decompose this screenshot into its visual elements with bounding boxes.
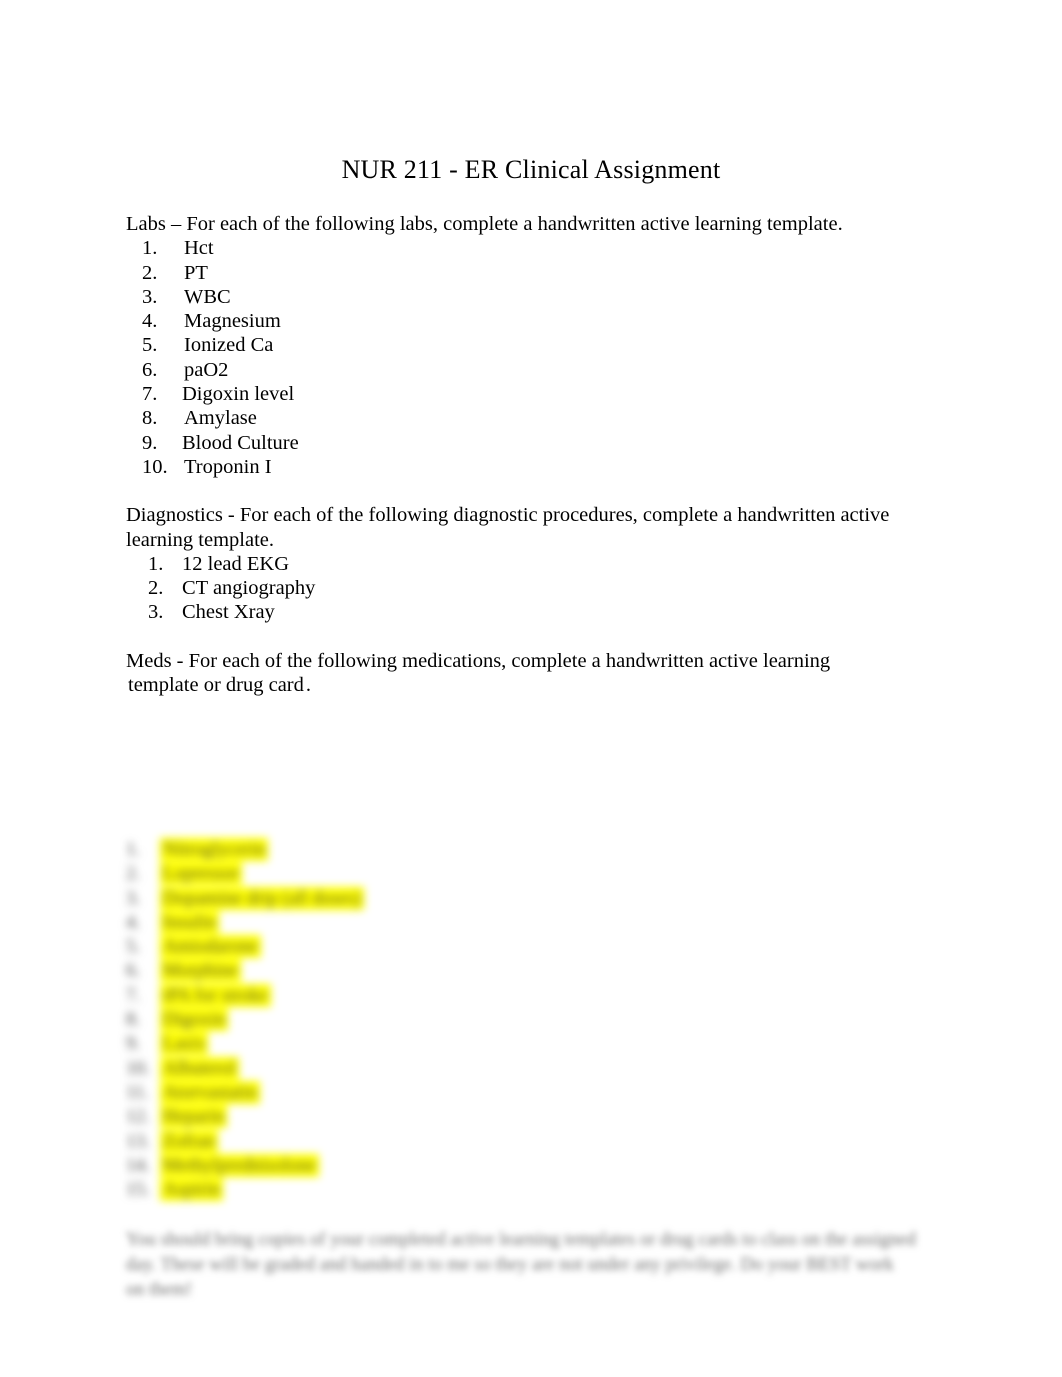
meds-intro-tail: . [305,674,312,697]
list-item: 12. Heparin [126,1105,546,1129]
list-item-number: 3. [126,887,141,909]
list-item: 1. Nitroglycerin [126,838,546,862]
list-item-label: Atorvastatin [160,1080,260,1104]
list-item-label: Amiodarone [160,935,261,959]
meds-blurred-list: 1. Nitroglycerin 2. Lopressor 3. Dopamine d… [126,838,546,1202]
diagnostics-list: 12 lead EKG CT angiography Chest Xray [126,552,926,625]
list-item: 7. tPA for stroke [126,983,546,1008]
list-item: 12 lead EKG [148,552,926,577]
labs-item-label: WBC [184,285,231,308]
diagnostics-item-label: 12 lead EKG [182,552,290,575]
labs-item-label: PT [184,261,208,284]
list-item-number: 14. [126,1154,150,1176]
list-item: Hct [142,236,926,261]
list-item-label: Lasix [160,1032,209,1056]
list-item: 10. Albuterol [126,1056,546,1081]
list-item-number: 13. [126,1130,150,1152]
list-item-number: 8. [126,1009,141,1031]
list-item: Troponin I [142,455,926,480]
labs-item-label: Blood Culture [182,431,299,454]
list-item-number: 10. [126,1057,150,1079]
meds-intro: Meds - For each of the following medicat… [126,649,926,698]
list-item: 11. Atorvastatin [126,1080,546,1105]
list-item: Digoxin level [142,382,926,407]
list-item-number: 4. [126,911,141,933]
list-item: 8. Digoxin [126,1008,546,1032]
list-item-number: 2. [126,863,141,885]
list-item-number: 6. [126,960,141,982]
diagnostics-item-label: CT angiography [182,577,316,600]
list-item: 14. Methylprednisolone [126,1153,546,1178]
list-item: Amylase [142,406,926,431]
list-item: Chest Xray [148,600,926,625]
labs-item-label: Ionized Ca [184,334,274,357]
document-body: Labs – For each of the following labs, c… [126,212,926,697]
list-item-label: Nitroglycerin [160,838,269,861]
list-item-number: 15. [126,1179,150,1201]
list-item: 13. Zofran [126,1129,546,1154]
labs-intro: Labs – For each of the following labs, c… [126,213,843,235]
list-item-number: 5. [126,936,141,958]
list-item: CT angiography [148,576,926,601]
list-item-label: Digoxin [160,1008,229,1032]
meds-intro-highlight: template or drug card [128,674,304,697]
closing-paragraph: You should bring copies of your complete… [126,1228,916,1303]
list-item-label: Lopressor [160,862,242,886]
list-item-number: 1. [126,839,141,860]
list-item: 9. Lasix [126,1032,546,1056]
list-item-label: Zofran [160,1129,218,1153]
list-item: 15. Aspirin [126,1178,546,1202]
diagnostics-item-label: Chest Xray [182,601,275,624]
list-item-label: Insulin [160,910,219,934]
list-item-label: Morphine [160,959,241,983]
list-item-number: 7. [126,984,141,1006]
meds-blurred-list-block: 1. Nitroglycerin 2. Lopressor 3. Dopamine d… [126,838,546,1202]
labs-item-label: Magnesium [184,310,281,333]
meds-intro-line1: Meds - For each of the following medicat… [126,649,831,672]
list-item: Magnesium [142,309,926,334]
list-item: Ionized Ca [142,333,926,358]
list-item: 6. Morphine [126,959,546,983]
list-item-label: Heparin [160,1105,228,1129]
labs-item-label: Amylase [184,407,257,430]
list-item-label: Aspirin [160,1178,223,1202]
list-item: 4. Insulin [126,910,546,935]
list-item-label: Methylprednisolone [160,1153,320,1177]
labs-item-label: Digoxin level [182,383,295,406]
list-item: 3. Dopamine drip (all doses) [126,886,546,911]
closing-paragraph-text: You should bring copies of your complete… [126,1230,916,1300]
list-item-number: 9. [126,1033,141,1055]
labs-item-label: Hct [184,237,214,260]
list-item: WBC [142,285,926,310]
labs-item-label: paO2 [184,358,229,381]
list-item: Blood Culture [142,431,926,456]
list-item-label: Albuterol [160,1056,239,1080]
list-item: 2. Lopressor [126,862,546,886]
list-item: PT [142,261,926,286]
diagnostics-intro: Diagnostics - For each of the following … [126,504,890,551]
page-title: NUR 211 - ER Clinical Assignment [341,155,721,184]
document-page: NUR 211 - ER Clinical Assignment Labs – … [0,0,1062,1377]
list-item-label: Dopamine drip (all doses) [160,886,364,910]
list-item-number: 12. [126,1106,150,1128]
list-item-number: 11. [126,1081,150,1103]
labs-list: Hct PT WBC Magnesium Ionized Ca paO2 Dig… [126,236,926,479]
list-item-label: tPA for stroke [160,983,271,1007]
list-item: paO2 [142,358,926,383]
list-item: 5. Amiodarone [126,935,546,959]
labs-item-label: Troponin I [184,455,272,478]
